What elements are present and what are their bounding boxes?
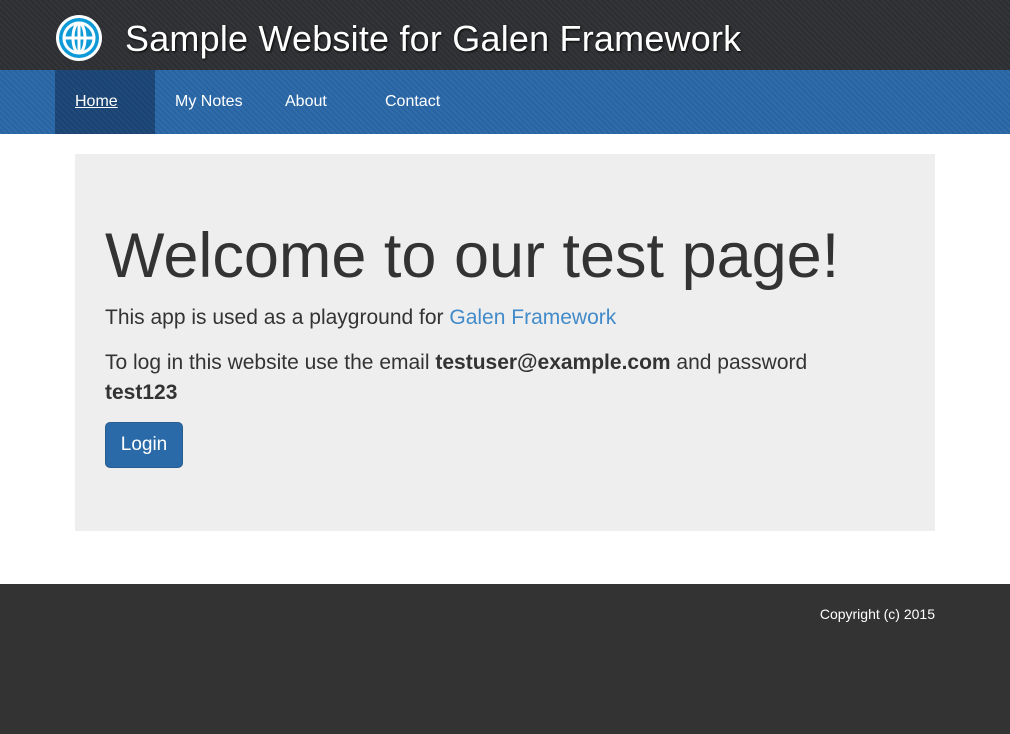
site-title: Sample Website for Galen Framework <box>125 18 742 59</box>
intro-paragraph: This app is used as a playground for Gal… <box>105 304 616 332</box>
nav-item-home-label: Home <box>75 93 118 110</box>
nav-item-my-notes[interactable]: My Notes <box>175 70 243 134</box>
nav-item-contact-label: Contact <box>385 93 441 110</box>
site-header: Sample Website for Galen Framework <box>0 0 1010 70</box>
login-info-paragraph: To log in this website use the email tes… <box>105 348 865 408</box>
login-info-prefix: To log in this website use the email <box>105 351 436 374</box>
site-footer: Copyright (c) 2015 <box>0 584 1010 734</box>
main-nav: Home My Notes About Contact <box>0 70 1010 134</box>
nav-item-my-notes-label: My Notes <box>175 93 243 110</box>
login-button[interactable]: Login <box>105 422 183 468</box>
nav-item-home[interactable]: Home <box>55 70 155 134</box>
copyright-text: Copyright (c) 2015 <box>819 606 935 622</box>
page-title: Welcome to our test page! <box>105 221 840 291</box>
login-email: testuser@example.com <box>435 351 671 374</box>
globe-icon[interactable] <box>55 14 103 62</box>
nav-item-contact[interactable]: Contact <box>385 70 440 134</box>
login-password: test123 <box>105 381 178 404</box>
nav-item-about[interactable]: About <box>285 70 327 134</box>
nav-item-about-label: About <box>285 93 327 110</box>
intro-text: This app is used as a playground for <box>105 306 450 329</box>
galen-framework-link[interactable]: Galen Framework <box>449 306 616 329</box>
welcome-panel: Welcome to our test page! This app is us… <box>75 154 935 531</box>
login-info-middle: and password <box>670 351 808 374</box>
